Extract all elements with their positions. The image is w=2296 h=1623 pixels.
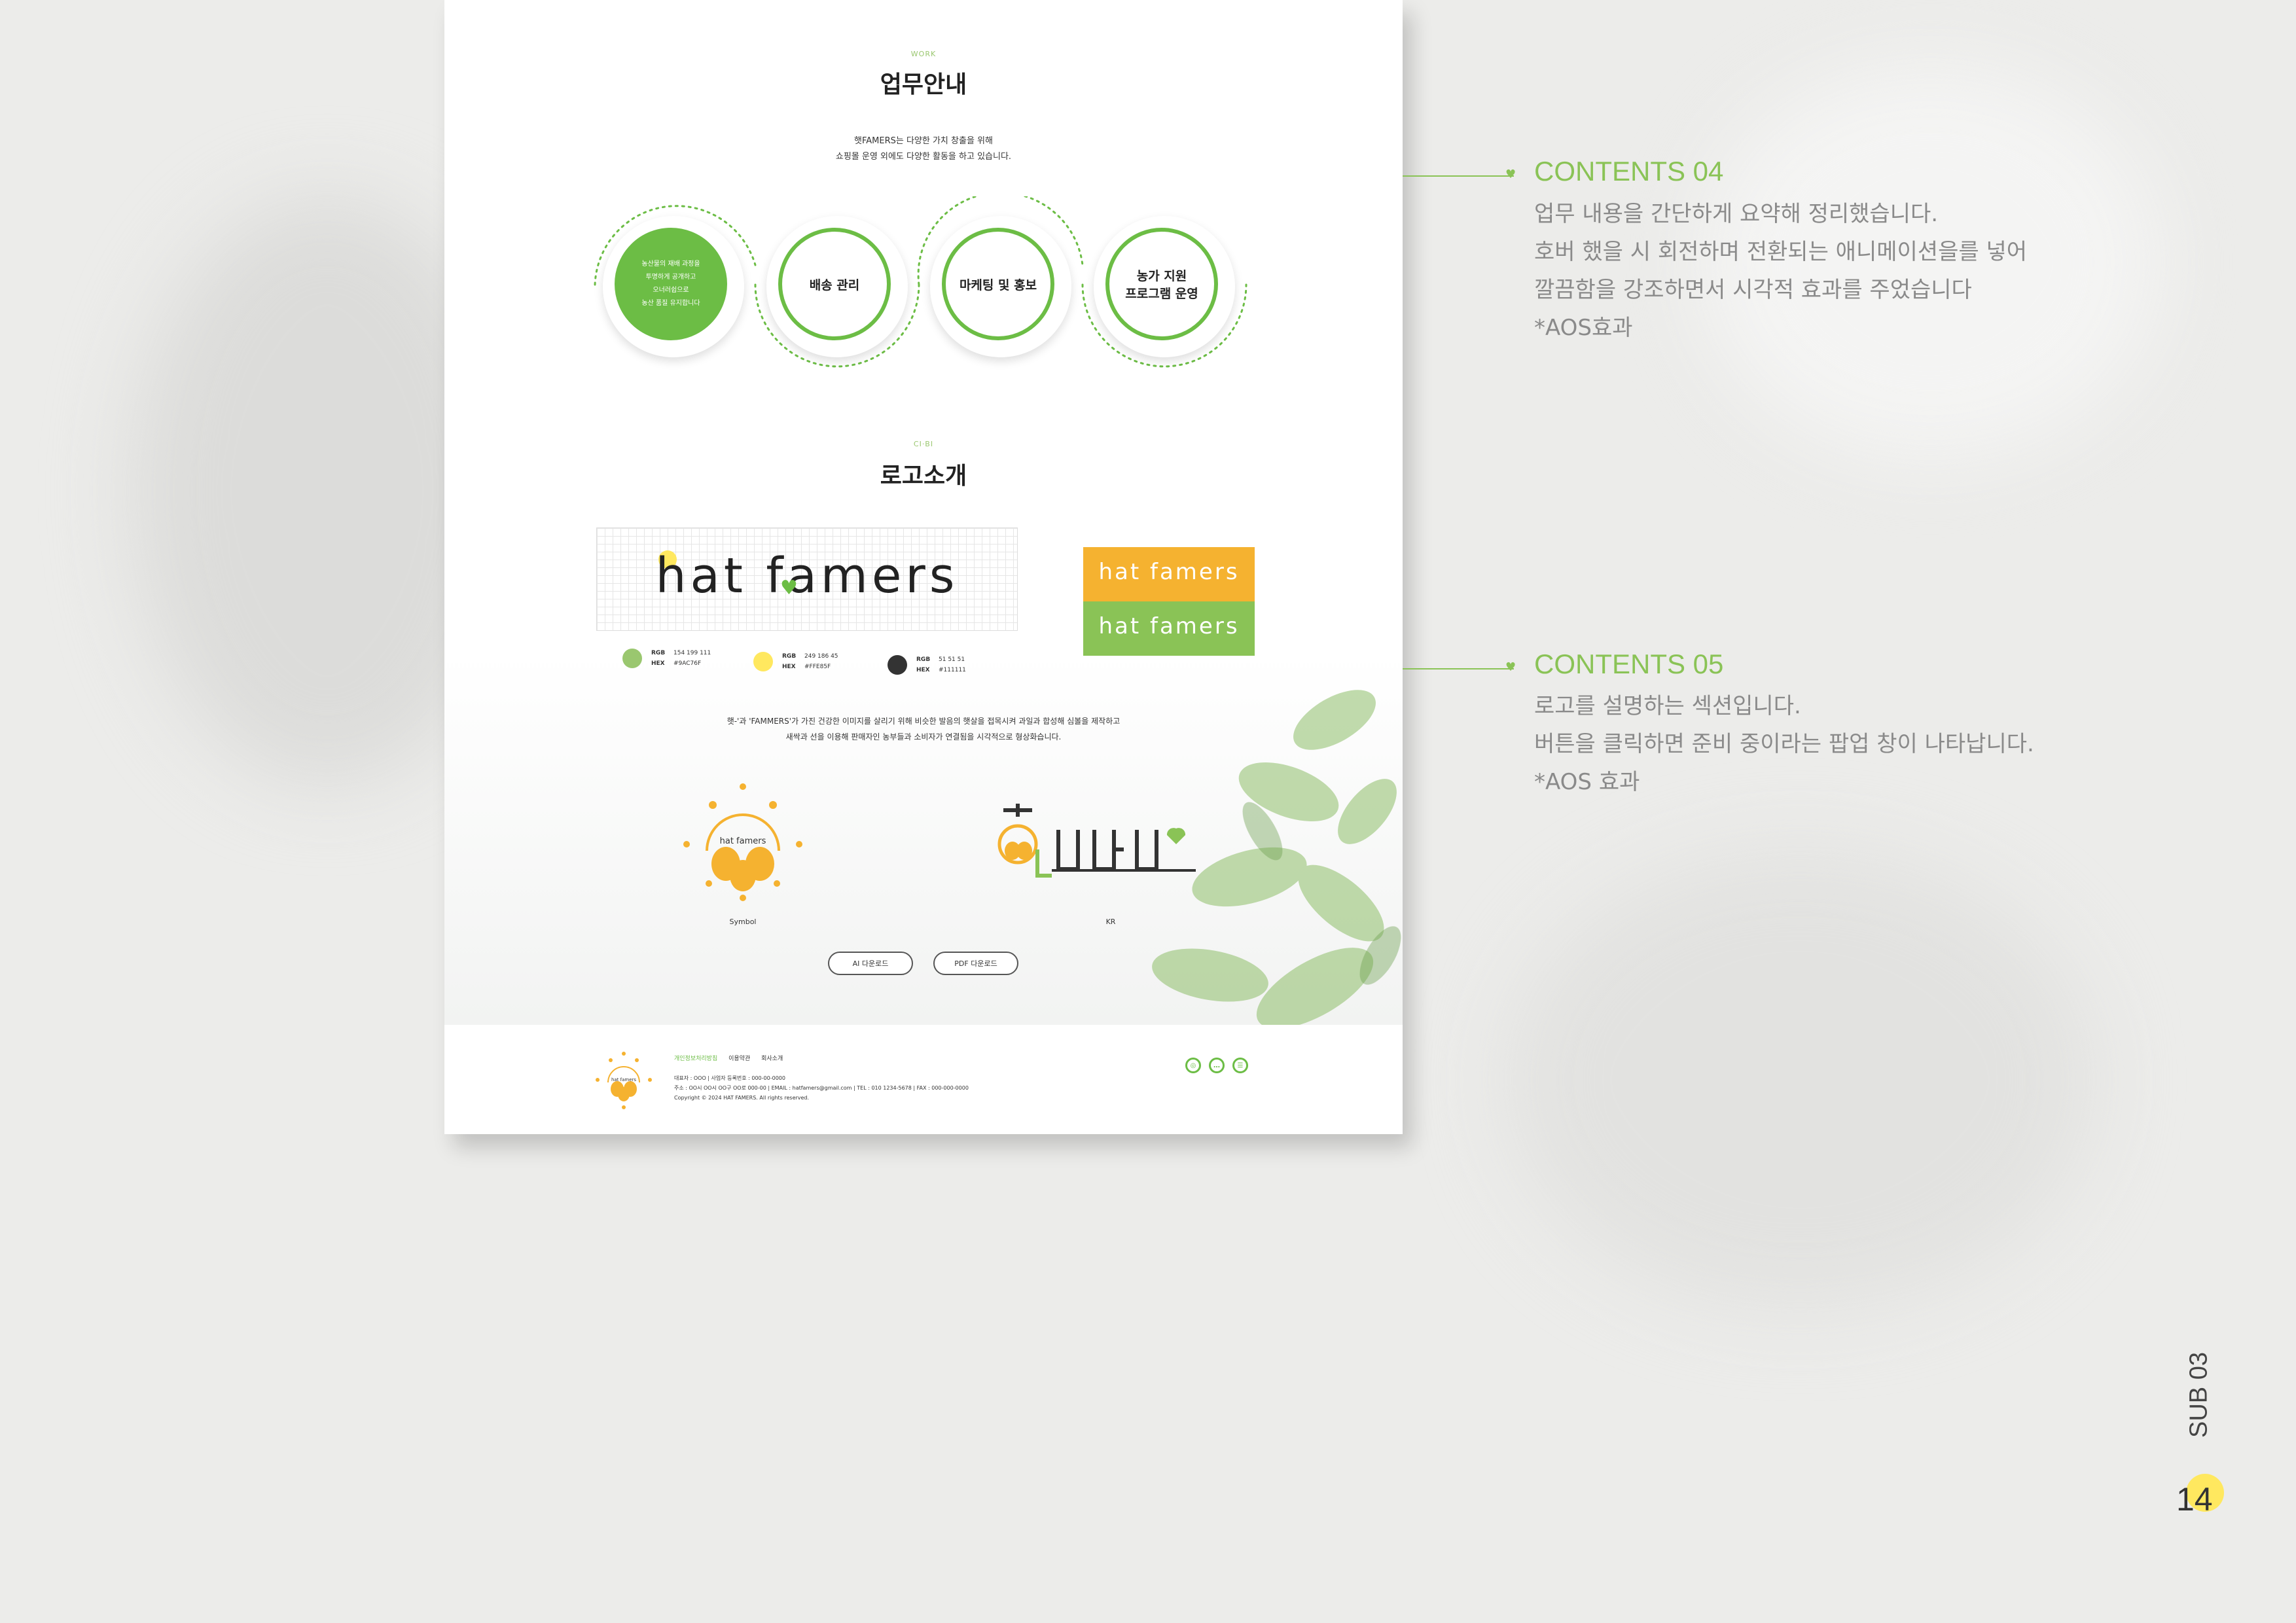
- footer-link-about[interactable]: 회사소개: [761, 1056, 783, 1062]
- footer-info: 대표자 : OOO | 사업자 등록번호 : 000-00-0000 주소 : …: [674, 1073, 969, 1103]
- swatch-rgb: 154 199 111: [673, 650, 711, 656]
- annotation-line: 업무 내용을 간단하게 요약해 정리했습니다.: [1534, 201, 1939, 227]
- section-label-en: WORK: [910, 50, 937, 58]
- chat-icon[interactable]: …: [1209, 1058, 1225, 1073]
- swatch-hex: #FFE85F: [804, 664, 831, 670]
- swatch-label: HEX: [651, 660, 665, 667]
- logo-wordmark: hat famers: [1098, 559, 1240, 585]
- swatch-dot: [622, 649, 642, 668]
- symbol-logo: hat famers: [671, 779, 815, 903]
- annotation-line: 로고를 설명하는 섹션입니다.: [1534, 693, 1801, 719]
- page-label: SUB 03: [2185, 1352, 2213, 1438]
- annotation-line: *AOS 효과: [1534, 769, 1640, 795]
- website-mockup: WORK 업무안내 햇FAMERS는 다양한 가치 창출을 위해 쇼핑몰 운영 …: [444, 0, 1403, 1134]
- heart-icon: ♥: [1505, 660, 1516, 674]
- logo-description: 햇-'과 'FAMMERS'가 가진 건강한 이미지를 살리기 위해 비슷한 발…: [444, 713, 1403, 745]
- swatch-label: HEX: [916, 667, 930, 673]
- work-card-inner: 농가 지원 프로그램 운영: [1105, 228, 1218, 340]
- footer-link-privacy[interactable]: 개인정보처리방침: [674, 1056, 717, 1062]
- card-text: 오너러쉽으로: [653, 287, 689, 294]
- footer-links: 개인정보처리방침 이용약관 회사소개: [674, 1054, 792, 1062]
- footer-info-line: 대표자 : OOO | 사업자 등록번호 : 000-00-0000: [674, 1075, 785, 1081]
- leader-line: [1403, 668, 1514, 669]
- card-text: 투명하게 공개하고: [645, 274, 696, 281]
- section-title: 로고소개: [880, 463, 967, 490]
- leader-line: [1403, 175, 1514, 177]
- footer-logo: hat famers: [596, 1052, 652, 1109]
- logo-grid: hat famers ♥: [596, 527, 1018, 631]
- card-label: 농가 지원: [1136, 269, 1187, 283]
- annotation-title: CONTENTS 05: [1534, 649, 1724, 679]
- card-label: 배송 관리: [809, 277, 860, 293]
- desc-line: 새싹과 선을 이용해 판매자인 농부들과 소비자가 연결됨을 시각적으로 형상화…: [785, 732, 1062, 741]
- work-card-inner: 농산물의 재배 과정을 투명하게 공개하고 오너러쉽으로 농산 품질 유지합니다: [615, 228, 727, 340]
- card-label: 마케팅 및 홍보: [959, 277, 1037, 293]
- annotation-line: 깔끔함을 강조하면서 시각적 효과를 주었습니다: [1534, 277, 1972, 303]
- logo-wordmark: hat famers: [655, 548, 959, 604]
- heart-icon: ♥: [1505, 168, 1516, 181]
- swatch-label: HEX: [782, 664, 796, 670]
- presentation-slide: WORK 업무안내 햇FAMERS는 다양한 가치 창출을 위해 쇼핑몰 운영 …: [0, 0, 2296, 1623]
- color-swatch-dark: RGB 51 51 51 HEX #111111: [888, 654, 966, 675]
- card-label: 프로그램 운영: [1125, 287, 1198, 301]
- page-number: 14: [2176, 1481, 2213, 1518]
- desc-line: 햇FAMERS는 다양한 가치 창출을 위해: [854, 136, 993, 146]
- instagram-icon[interactable]: ◎: [1185, 1058, 1201, 1073]
- footer-link-terms[interactable]: 이용약관: [728, 1056, 750, 1062]
- heart-icon: ♥: [780, 577, 798, 599]
- work-card-delivery[interactable]: 배송 관리: [766, 216, 908, 357]
- swatch-label: RGB: [782, 653, 797, 660]
- work-card-inner: 마케팅 및 홍보: [942, 228, 1054, 340]
- talk-icon[interactable]: ☰: [1232, 1058, 1248, 1073]
- swatch-dot: [888, 655, 907, 675]
- kr-logo: [997, 804, 1196, 878]
- logo-on-green: hat famers: [1083, 601, 1255, 656]
- logo-on-orange: hat famers: [1083, 547, 1255, 601]
- work-card-marketing[interactable]: 마케팅 및 홍보: [930, 216, 1071, 357]
- annotation-line: *AOS효과: [1534, 315, 1633, 341]
- annotation-body: 업무 내용을 간단하게 요약해 정리했습니다. 호버 했을 시 회전하며 전환되…: [1534, 195, 2027, 347]
- kr-caption: KR: [1105, 918, 1116, 926]
- desc-line: 쇼핑몰 운영 외에도 다양한 활동을 하고 있습니다.: [835, 152, 1012, 162]
- color-swatch-yellow: RGB 249 186 45 HEX #FFE85F: [753, 651, 838, 672]
- background-blur: [1505, 851, 2094, 1309]
- swatch-label: RGB: [651, 650, 666, 656]
- logo-color-variants: hat famers hat famers: [1083, 547, 1255, 656]
- swatch-label: RGB: [916, 656, 931, 663]
- swatch-rgb: 51 51 51: [939, 656, 965, 663]
- symbol-wordmark: hat famers: [719, 836, 766, 846]
- annotation-title: CONTENTS 04: [1534, 156, 1724, 187]
- footer-info-line: 주소 : OO시 OO시 OO구 OO로 000-00 | EMAIL : ha…: [674, 1085, 969, 1091]
- swatch-hex: #111111: [939, 667, 966, 673]
- section-title: 업무안내: [880, 71, 967, 98]
- color-swatch-green: RGB 154 199 111 HEX #9AC76F: [622, 648, 711, 669]
- footer-logo-text: hat famers: [611, 1077, 636, 1082]
- desc-line: 햇-'과 'FAMMERS'가 가진 건강한 이미지를 살리기 위해 비슷한 발…: [726, 717, 1121, 726]
- swatch-dot: [753, 652, 773, 671]
- work-card-farm-support[interactable]: 농가 지원 프로그램 운영: [1094, 216, 1235, 357]
- card-text: 농산물의 재배 과정을: [641, 260, 700, 268]
- work-card-inner: 배송 관리: [778, 228, 891, 340]
- pdf-download-button[interactable]: PDF 다운로드: [933, 952, 1018, 975]
- card-text: 농산 품질 유지합니다: [641, 300, 700, 307]
- annotation-body: 로고를 설명하는 섹션입니다. 버튼을 클릭하면 준비 중이라는 팝업 창이 나…: [1534, 687, 2034, 801]
- ai-download-button[interactable]: AI 다운로드: [828, 952, 913, 975]
- section-description: 햇FAMERS는 다양한 가치 창출을 위해 쇼핑몰 운영 외에도 다양한 활동…: [444, 134, 1403, 165]
- footer-copyright: Copyright © 2024 HAT FAMERS. All rights …: [674, 1095, 810, 1101]
- footer: hat famers 개인정보처리방침 이용약관 회사소개 대표자 : OOO …: [444, 1025, 1403, 1134]
- page-label-wrap: SUB 03: [2173, 1348, 2225, 1440]
- swatch-hex: #9AC76F: [673, 660, 702, 667]
- work-card-cultivation[interactable]: 농산물의 재배 과정을 투명하게 공개하고 오너러쉽으로 농산 품질 유지합니다: [603, 216, 744, 357]
- annotation-line: 호버 했을 시 회전하며 전환되는 애니메이션을를 넣어: [1534, 239, 2028, 265]
- symbol-caption: Symbol: [729, 918, 757, 926]
- swatch-rgb: 249 186 45: [804, 653, 838, 660]
- annotation-line: 버튼을 클릭하면 준비 중이라는 팝업 창이 나타납니다.: [1534, 731, 2034, 757]
- section-label-en: CI·BI: [913, 440, 934, 448]
- logo-wordmark: hat famers: [1098, 613, 1240, 639]
